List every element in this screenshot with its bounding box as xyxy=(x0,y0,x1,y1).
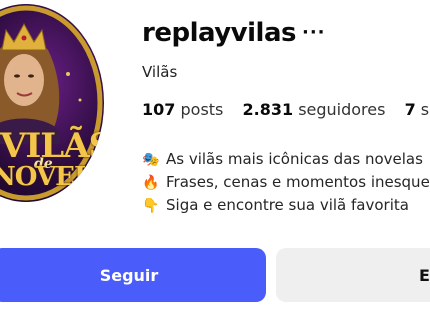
bio-text: Frases, cenas e momentos inesquecíveis xyxy=(166,173,430,191)
bio-text: Siga e encontre sua vilã favorita xyxy=(166,196,409,214)
profile-avatar[interactable]: VILÃS de NOVELAS xyxy=(0,4,104,202)
theater-masks-icon: 🎭 xyxy=(142,152,160,168)
following-label: seguindo xyxy=(420,100,430,119)
bio-line: 🔥 Frases, cenas e momentos inesquecíveis xyxy=(142,171,430,194)
posts-count: 107 xyxy=(142,100,176,119)
fire-icon: 🔥 xyxy=(142,175,160,191)
ellipsis-icon[interactable]: ··· xyxy=(302,24,326,42)
profile-stats: 107 posts 2.831 seguidores 7 seguindo xyxy=(142,100,430,119)
pointing-down-icon: 👇 xyxy=(142,198,160,214)
posts-label: posts xyxy=(180,100,224,119)
followers-count: 2.831 xyxy=(242,100,294,119)
stat-followers[interactable]: 2.831 seguidores xyxy=(242,100,385,119)
stat-posts[interactable]: 107 posts xyxy=(142,100,223,119)
avatar-title-line2: NOVELAS xyxy=(0,162,104,192)
bio-line: 🎭 As vilãs mais icônicas das novelas xyxy=(142,148,430,171)
profile-username: replayvilas xyxy=(142,18,296,48)
followers-label: seguidores xyxy=(298,100,386,119)
secondary-button[interactable]: E xyxy=(276,248,430,302)
profile-display-name: Vilãs xyxy=(142,63,178,81)
profile-bio: 🎭 As vilãs mais icônicas das novelas 🔥 Fra… xyxy=(142,148,430,217)
follow-button[interactable]: Seguir xyxy=(0,248,266,302)
stat-following[interactable]: 7 seguindo xyxy=(405,100,430,119)
profile-header: VILÃS de NOVELAS replayvilas ··· Vilãs 1… xyxy=(0,0,430,322)
following-count: 7 xyxy=(404,100,416,119)
bio-line: 👇 Siga e encontre sua vilã favorita xyxy=(142,194,430,217)
bio-text: As vilãs mais icônicas das novelas xyxy=(166,150,423,168)
